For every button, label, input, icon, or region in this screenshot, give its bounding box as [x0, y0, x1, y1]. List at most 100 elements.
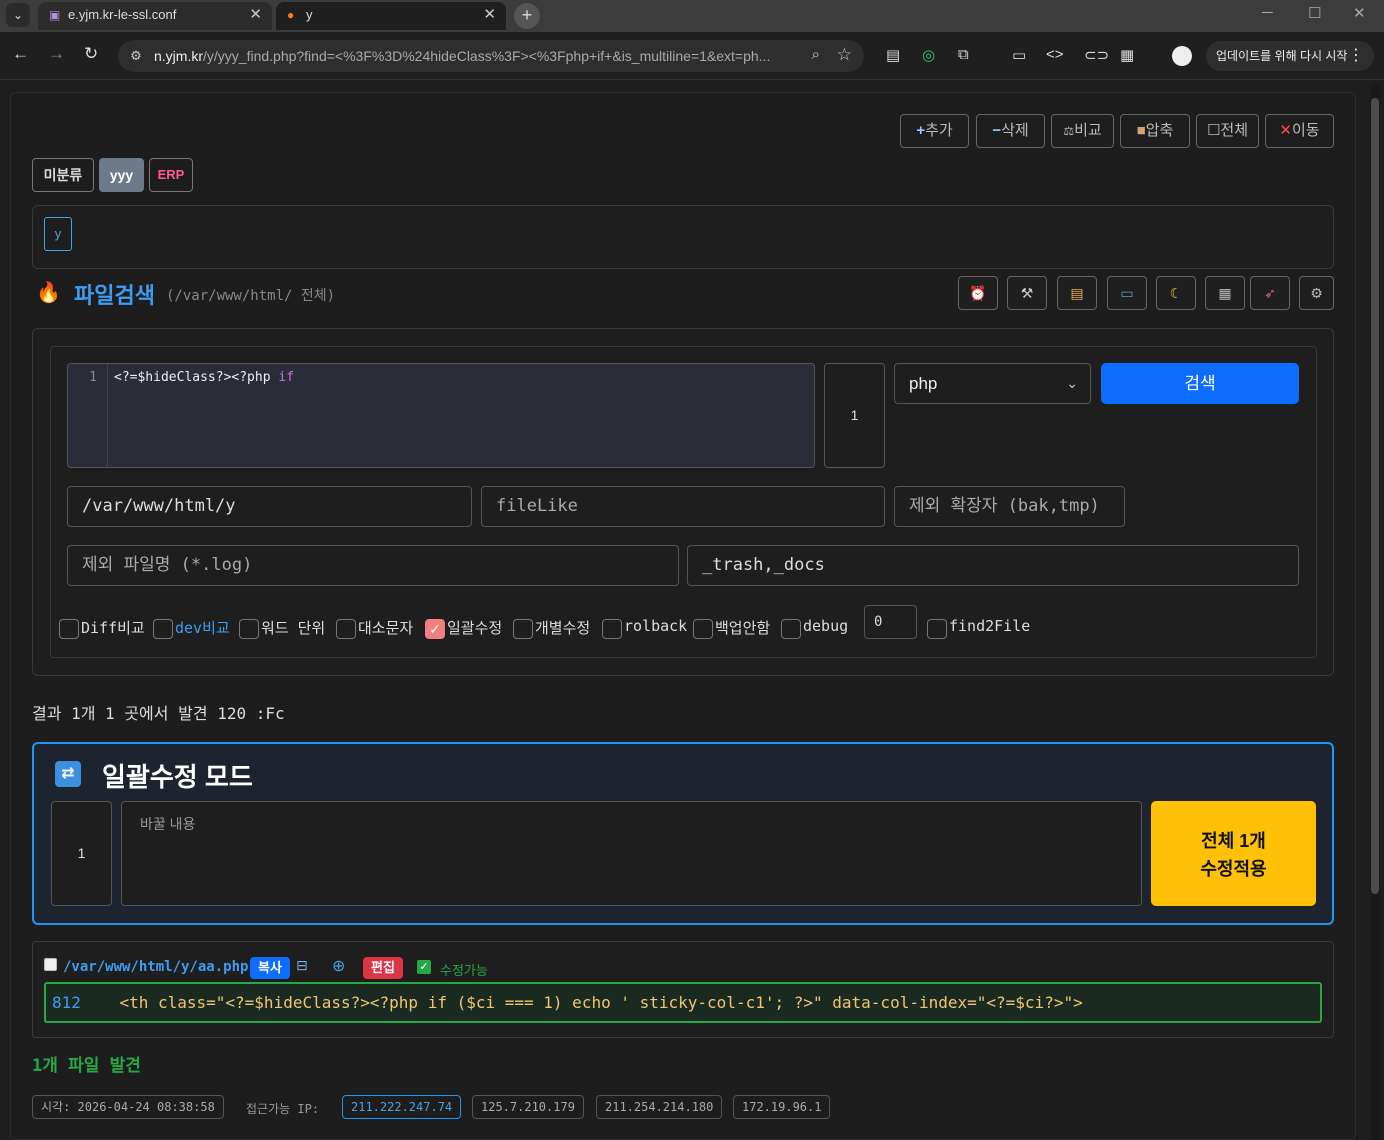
filelike-input[interactable]: fileLike: [481, 486, 885, 527]
scrollbar-thumb[interactable]: [1371, 98, 1379, 894]
back-arrow-icon[interactable]: ←: [12, 44, 29, 64]
new-tab-button[interactable]: +: [514, 3, 540, 29]
scrollbar[interactable]: [1370, 84, 1380, 1140]
alarm-clock-icon[interactable]: ⏰: [958, 276, 998, 310]
site-info-icon[interactable]: ⚙: [126, 46, 146, 66]
delete-button[interactable]: −삭제: [976, 114, 1045, 148]
rocket-icon[interactable]: ➶: [1250, 276, 1290, 310]
individual-edit-label[interactable]: 개별수정: [535, 617, 590, 638]
gear-icon[interactable]: ⚙: [1299, 276, 1334, 310]
match-line-text: <th class="<?=$hideClass?><?php if ($ci …: [119, 993, 1083, 1012]
word-unit-checkbox[interactable]: [239, 619, 259, 639]
checkbox-icon: ☐: [1206, 122, 1221, 139]
tab-y[interactable]: ● y ✕: [276, 2, 506, 30]
address-bar[interactable]: ⚙ n.yjm.kr/y/yyy_find.php?find=<%3F%3D%2…: [118, 40, 864, 72]
code-icon[interactable]: <>: [1046, 46, 1064, 63]
exclude-filename-input[interactable]: 제외 파일명 (*.log): [67, 545, 679, 586]
add-button[interactable]: +추가: [900, 114, 969, 148]
apply-all-button[interactable]: 전체 1개 수정적용: [1151, 801, 1316, 906]
path-input[interactable]: /var/www/html/y: [67, 486, 472, 527]
result-summary: 결과 1개 1 곳에서 발견 120 :Fc: [32, 704, 285, 723]
side-panel-icon[interactable]: ▦: [1120, 46, 1134, 64]
editable-status: 수정가능: [440, 963, 488, 978]
word-unit-label[interactable]: 워드 단위: [261, 617, 325, 638]
find2file-checkbox[interactable]: [927, 619, 947, 639]
category-yyy[interactable]: yyy: [99, 158, 144, 192]
edit-button[interactable]: 편집: [363, 957, 403, 979]
scale-icon: ⚖: [1063, 124, 1075, 138]
replace-textarea[interactable]: 바꿀 내용: [121, 801, 1142, 906]
compare-button[interactable]: ⚖비교: [1051, 114, 1114, 148]
no-backup-label[interactable]: 백업안함: [715, 617, 770, 638]
globe-icon[interactable]: ⊕: [332, 956, 345, 976]
case-sensitive-label[interactable]: 대소문자: [358, 617, 413, 638]
moon-icon[interactable]: ☾: [1156, 276, 1196, 310]
window-close-icon[interactable]: ✕: [1353, 4, 1366, 22]
search-button[interactable]: 검색: [1101, 363, 1299, 404]
rollback-checkbox[interactable]: [602, 619, 622, 639]
individual-edit-checkbox[interactable]: [513, 619, 533, 639]
inbox-icon[interactable]: ⊟: [296, 957, 308, 974]
extension-sync-icon[interactable]: ◎: [922, 46, 935, 64]
search-line-count: 1: [824, 363, 885, 468]
more-menu-icon[interactable]: ⋮: [1348, 41, 1364, 71]
bulk-edit-checkbox[interactable]: ✓: [425, 619, 445, 639]
subcategory-y[interactable]: y: [44, 217, 72, 251]
url-text[interactable]: n.yjm.kr/y/yyy_find.php?find=<%3F%3D%24h…: [154, 48, 794, 64]
diff-compare-checkbox[interactable]: [59, 619, 79, 639]
move-button[interactable]: ✕이동: [1265, 114, 1334, 148]
diff-compare-label[interactable]: Diff비교: [81, 617, 145, 638]
select-all-button[interactable]: ☐전체: [1196, 114, 1259, 148]
minimize-icon[interactable]: ─: [1262, 4, 1273, 21]
tab-search-button[interactable]: ⌄: [6, 3, 30, 27]
extensions-puzzle-icon[interactable]: ⧉: [958, 46, 969, 63]
tools-icon[interactable]: ⚒: [1007, 276, 1047, 310]
close-icon[interactable]: ✕: [249, 2, 262, 28]
extension-select[interactable]: php ⌄: [894, 363, 1091, 404]
save-file-icon: ▣: [49, 8, 61, 22]
ip-label: 접근가능 IP:: [246, 1102, 320, 1116]
copy-button[interactable]: 복사: [250, 957, 290, 979]
update-restart-button[interactable]: 업데이트를 위해 다시 시작 ⋮: [1206, 41, 1374, 71]
x-mark-icon: ✕: [1279, 122, 1292, 139]
fire-icon: 🔥: [36, 282, 61, 304]
device-icon[interactable]: ▭: [1012, 46, 1026, 64]
bulk-edit-label[interactable]: 일괄수정: [447, 617, 502, 638]
reload-icon[interactable]: ↻: [84, 44, 98, 64]
dev-compare-checkbox[interactable]: [153, 619, 173, 639]
category-unclassified[interactable]: 미분류: [32, 158, 94, 192]
document-icon[interactable]: ▤: [1057, 276, 1097, 310]
debug-level-input[interactable]: 0: [864, 605, 917, 639]
search-code-text[interactable]: <?=$hideClass?><?php if: [114, 370, 294, 385]
dev-compare-label[interactable]: dev비교: [175, 617, 230, 638]
file-path-link[interactable]: /var/www/html/y/aa.php: [63, 959, 248, 975]
case-sensitive-checkbox[interactable]: [336, 619, 356, 639]
maximize-icon[interactable]: ☐: [1308, 4, 1321, 22]
tab-conf[interactable]: ▣ e.yjm.kr-le-ssl.conf ✕: [38, 2, 272, 30]
find2file-label[interactable]: find2File: [949, 617, 1030, 635]
search-code-editor[interactable]: 1 <?=$hideClass?><?php if: [67, 363, 815, 468]
link-icon[interactable]: ⊂⊃: [1084, 46, 1109, 64]
tab-title: y: [306, 7, 313, 22]
exclude-ext-input[interactable]: 제외 확장자 (bak,tmp): [894, 486, 1125, 527]
page-subtitle: (/var/www/html/ 전체): [166, 288, 336, 304]
rollback-label[interactable]: rolback: [624, 617, 687, 635]
match-line[interactable]: 812 <th class="<?=$hideClass?><?php if (…: [44, 982, 1322, 1023]
fire-icon: ●: [287, 8, 295, 22]
laptop-icon[interactable]: ▭: [1107, 276, 1147, 310]
exclude-dirs-input[interactable]: _trash,_docs: [687, 545, 1299, 586]
subcategory-row: [32, 205, 1334, 269]
profile-avatar[interactable]: [1172, 46, 1192, 66]
file-select-checkbox[interactable]: [44, 958, 57, 971]
no-backup-checkbox[interactable]: [693, 619, 713, 639]
compress-button[interactable]: ■압축: [1120, 114, 1190, 148]
zoom-icon[interactable]: ⌕: [812, 46, 820, 63]
debug-label[interactable]: debug: [803, 617, 848, 635]
forward-arrow-icon[interactable]: →: [48, 44, 65, 64]
category-erp[interactable]: ERP: [149, 158, 193, 192]
extension-printer-icon[interactable]: ▤: [886, 46, 900, 64]
bookmark-star-icon[interactable]: ☆: [837, 45, 852, 65]
grid-icon[interactable]: ▦: [1205, 276, 1245, 310]
debug-checkbox[interactable]: [781, 619, 801, 639]
close-icon[interactable]: ✕: [483, 2, 496, 28]
